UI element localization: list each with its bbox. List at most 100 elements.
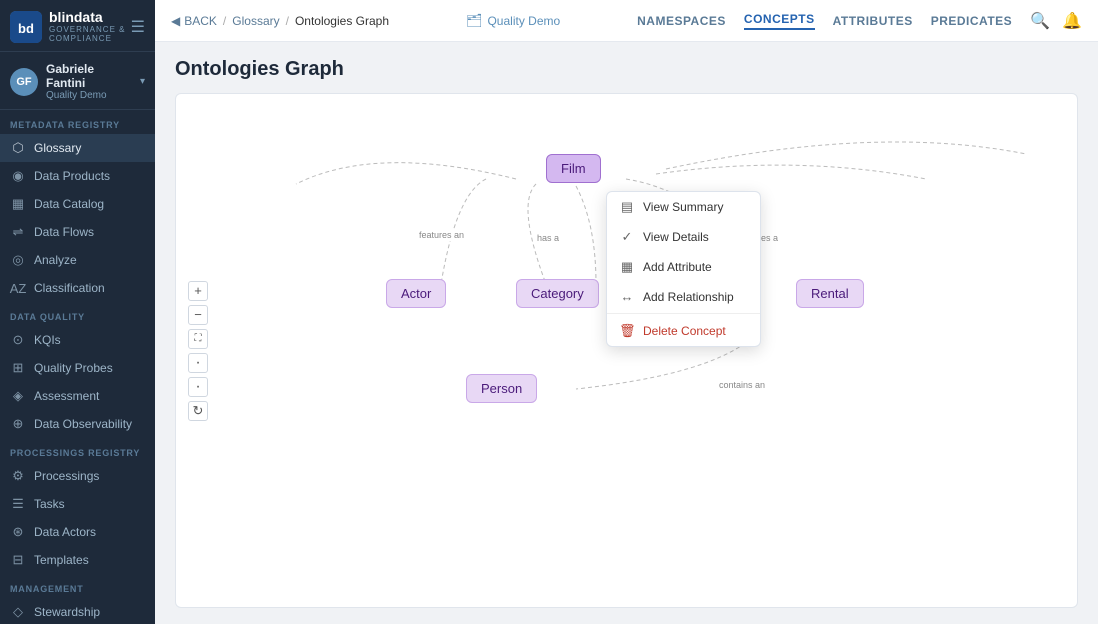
add-attribute-icon: ▦ <box>619 259 635 275</box>
zoom-in-button[interactable]: + <box>188 281 208 301</box>
sidebar-item-label-assessment: Assessment <box>34 389 99 403</box>
sidebar-item-label-quality-probes: Quality Probes <box>34 361 113 375</box>
graph-svg <box>176 94 1077 607</box>
nav-predicates[interactable]: PREDICATES <box>931 14 1012 28</box>
nav-links: NAMESPACES CONCEPTS ATTRIBUTES PREDICATE… <box>637 11 1082 31</box>
sidebar-item-data-flows[interactable]: ⇌ Data Flows <box>0 218 155 246</box>
sidebar-item-templates[interactable]: ⊟ Templates <box>0 546 155 574</box>
nav-namespaces[interactable]: NAMESPACES <box>637 14 726 28</box>
sidebar-item-glossary[interactable]: ⬡ Glossary <box>0 134 155 162</box>
classification-icon: AZ <box>10 280 26 296</box>
section-label-metadata-registry: METADATA REGISTRY <box>0 110 155 134</box>
sidebar-item-tasks[interactable]: ☰ Tasks <box>0 490 155 518</box>
user-menu-chevron[interactable]: ▾ <box>140 76 145 87</box>
sidebar-item-label-data-observability: Data Observability <box>34 417 132 431</box>
graph-container[interactable]: features an has a is about a makes a con… <box>175 93 1078 608</box>
edge-label-has: has a <box>534 232 562 244</box>
sidebar-item-label-tasks: Tasks <box>34 497 65 511</box>
user-info: Gabriele Fantini Quality Demo <box>46 62 132 101</box>
section-label-data-quality: DATA QUALITY <box>0 302 155 326</box>
sidebar-item-label-data-flows: Data Flows <box>34 225 94 239</box>
processings-icon: ⚙ <box>10 468 26 484</box>
sidebar-item-kqis[interactable]: ⊙ KQIs <box>0 326 155 354</box>
sidebar-item-quality-probes[interactable]: ⊞ Quality Probes <box>0 354 155 382</box>
glossary-icon: ⬡ <box>10 140 26 156</box>
menu-delete-concept-label: Delete Concept <box>643 324 726 338</box>
sidebar-item-processings[interactable]: ⚙Processings <box>0 462 155 490</box>
quality-demo-label: Quality Demo <box>487 14 560 28</box>
sidebar-item-data-observability[interactable]: ⊕Data Observability <box>0 410 155 438</box>
sidebar-item-label-data-catalog: Data Catalog <box>34 197 104 211</box>
graph-ctrl-reset[interactable]: ↻ <box>188 401 208 421</box>
logo-area: bd blindata GOVERNANCE & COMPLIANCE <box>10 10 131 43</box>
avatar: GF <box>10 68 38 96</box>
quality-demo-badge: 🗂 Quality Demo <box>466 13 560 29</box>
menu-view-summary[interactable]: ▤ View Summary <box>607 192 760 222</box>
menu-view-details[interactable]: ✓ View Details <box>607 222 760 252</box>
page-title: Ontologies Graph <box>175 58 1078 81</box>
sidebar: bd blindata GOVERNANCE & COMPLIANCE ☰ GF… <box>0 0 155 624</box>
tasks-icon: ☰ <box>10 496 26 512</box>
edge-label-contains: contains an <box>716 379 768 391</box>
menu-add-attribute[interactable]: ▦ Add Attribute <box>607 252 760 282</box>
back-button[interactable]: ◀ BACK <box>171 14 217 28</box>
nav-concepts[interactable]: CONCEPTS <box>744 12 815 30</box>
graph-controls: + − ⛶ · · ↻ <box>188 281 208 421</box>
delete-concept-icon: 🗑 <box>619 323 635 339</box>
search-icon[interactable]: 🔍 <box>1030 11 1050 31</box>
sidebar-item-label-stewardship: Stewardship <box>34 605 100 619</box>
graph-ctrl-dot2[interactable]: · <box>188 377 208 397</box>
sidebar-item-label-kqis: KQIs <box>34 333 61 347</box>
sidebar-item-data-catalog[interactable]: ▦ Data Catalog <box>0 190 155 218</box>
node-person[interactable]: Person <box>466 374 537 403</box>
back-label: BACK <box>184 14 217 28</box>
node-film[interactable]: Film <box>546 154 601 183</box>
nav-attributes[interactable]: ATTRIBUTES <box>833 14 913 28</box>
sidebar-item-analyze[interactable]: ◎Analyze <box>0 246 155 274</box>
data-products-icon: ◉ <box>10 168 26 184</box>
breadcrumb-separator: / <box>223 14 226 28</box>
app-logo-icon: bd <box>10 11 42 43</box>
graph-ctrl-dot1[interactable]: · <box>188 353 208 373</box>
node-rental[interactable]: Rental <box>796 279 864 308</box>
quality-probes-icon: ⊞ <box>10 360 26 376</box>
stewardship-icon: ◇ <box>10 604 26 620</box>
sidebar-item-label-templates: Templates <box>34 553 89 567</box>
sidebar-toggle[interactable]: ☰ <box>131 17 145 37</box>
sidebar-item-label-classification: Classification <box>34 281 105 295</box>
sidebar-item-label-data-actors: Data Actors <box>34 525 96 539</box>
breadcrumb-glossary[interactable]: Glossary <box>232 14 279 28</box>
menu-delete-concept[interactable]: 🗑 Delete Concept <box>607 316 760 346</box>
add-relationship-icon: ↔ <box>619 289 635 304</box>
zoom-out-button[interactable]: − <box>188 305 208 325</box>
app-logo-text: blindata GOVERNANCE & COMPLIANCE <box>49 10 131 43</box>
sidebar-nav: METADATA REGISTRY ⬡ Glossary ◉ Data Products… <box>0 110 155 624</box>
sidebar-item-label-data-products: Data Products <box>34 169 110 183</box>
node-category[interactable]: Category <box>516 279 599 308</box>
sidebar-header: bd blindata GOVERNANCE & COMPLIANCE ☰ <box>0 0 155 52</box>
nav-icons: 🔍 🔔 <box>1030 11 1082 31</box>
templates-icon: ⊟ <box>10 552 26 568</box>
user-name: Gabriele Fantini <box>46 62 132 90</box>
menu-add-relationship[interactable]: ↔ Add Relationship <box>607 282 760 311</box>
user-role: Quality Demo <box>46 90 132 101</box>
fit-button[interactable]: ⛶ <box>188 329 208 349</box>
notification-icon[interactable]: 🔔 <box>1062 11 1082 31</box>
breadcrumb-current: Ontologies Graph <box>295 14 389 28</box>
sidebar-item-data-products[interactable]: ◉ Data Products <box>0 162 155 190</box>
data-catalog-icon: ▦ <box>10 196 26 212</box>
sidebar-item-classification[interactable]: AZ Classification <box>0 274 155 302</box>
page-content: Ontologies Graph features an <box>155 42 1098 624</box>
sidebar-item-stewardship[interactable]: ◇ Stewardship <box>0 598 155 624</box>
analyze-icon: ◎ <box>10 252 26 268</box>
main-content: ◀ BACK / Glossary / Ontologies Graph 🗂 Q… <box>155 0 1098 624</box>
kqis-icon: ⊙ <box>10 332 26 348</box>
quality-demo-icon: 🗂 <box>466 13 483 29</box>
sidebar-item-label-glossary: Glossary <box>34 141 81 155</box>
sidebar-item-assessment[interactable]: ◈Assessment <box>0 382 155 410</box>
node-actor[interactable]: Actor <box>386 279 446 308</box>
view-summary-icon: ▤ <box>619 199 635 215</box>
section-label-management: MANAGEMENT <box>0 574 155 598</box>
sidebar-item-data-actors[interactable]: ⊛Data Actors <box>0 518 155 546</box>
data-flows-icon: ⇌ <box>10 224 26 240</box>
